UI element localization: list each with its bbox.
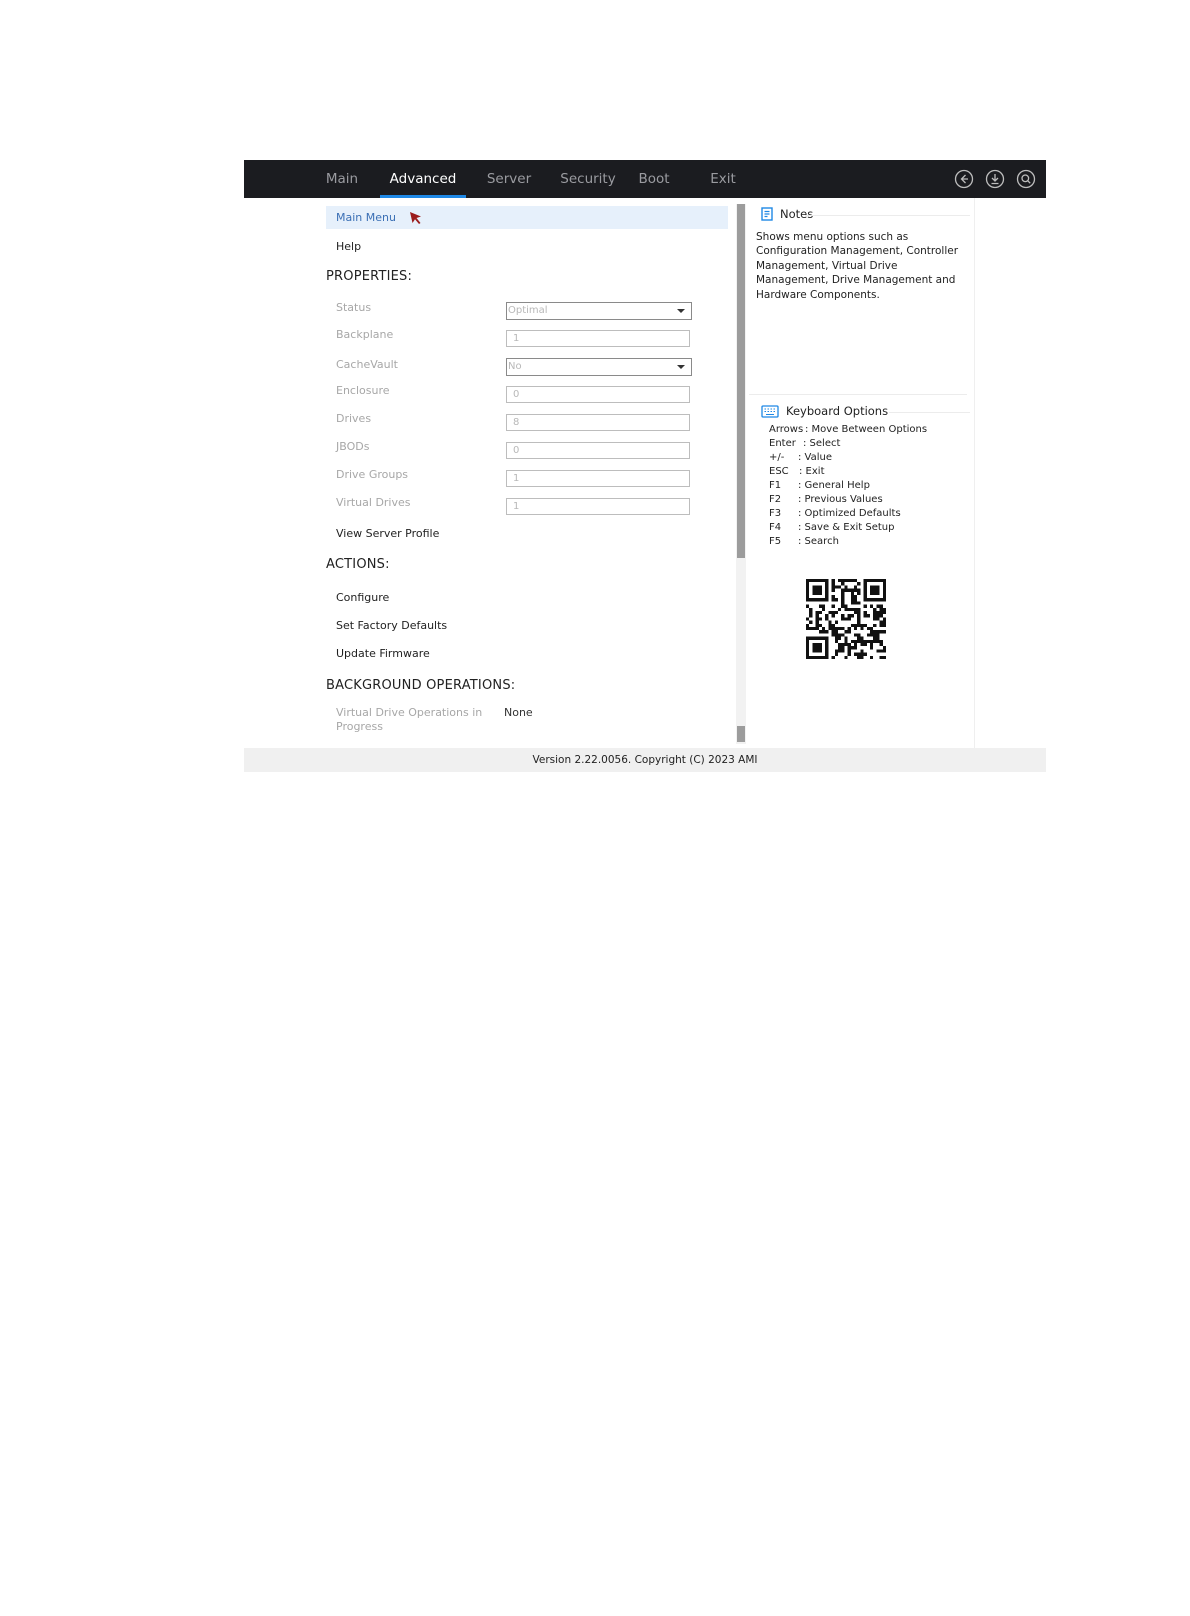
- kb-key-f4: F4: [769, 522, 782, 533]
- cachevault-select[interactable]: No: [506, 358, 692, 376]
- set-factory-defaults-link[interactable]: Set Factory Defaults: [336, 619, 447, 632]
- kb-desc-f1: : General Help: [798, 480, 870, 491]
- drive-groups-field: 1: [506, 470, 690, 487]
- notes-icon: [761, 207, 773, 221]
- kb-key-f2: F2: [769, 494, 782, 505]
- kb-key-esc: ESC: [769, 466, 789, 477]
- cachevault-label: CacheVault: [336, 358, 398, 371]
- status-value: Optimal: [508, 305, 548, 316]
- tab-security[interactable]: Security: [558, 160, 618, 198]
- info-pane: Notes Shows menu options such as Configu…: [749, 198, 975, 748]
- backplane-label: Backplane: [336, 328, 394, 341]
- drive-groups-label: Drive Groups: [336, 468, 409, 481]
- kb-desc-plusminus: : Value: [798, 452, 833, 463]
- keyboard-icon: [761, 405, 779, 418]
- update-firmware-link[interactable]: Update Firmware: [336, 647, 430, 660]
- enclosure-field: 0: [506, 386, 690, 403]
- jbods-field: 0: [506, 442, 690, 459]
- help-link[interactable]: Help: [336, 240, 361, 253]
- notes-divider: [805, 215, 970, 216]
- kb-key-arrows: Arrows: [769, 424, 804, 435]
- cursor-arrow-icon: [410, 212, 421, 224]
- qr-code-icon: [806, 579, 886, 659]
- scrollbar-thumb[interactable]: [737, 204, 745, 558]
- kb-key-f3: F3: [769, 508, 782, 519]
- scrollbar-bottom-handle[interactable]: [737, 726, 745, 742]
- tab-advanced[interactable]: Advanced: [380, 160, 466, 198]
- kb-key-f5: F5: [769, 536, 782, 547]
- main-content-pane: Main Menu Help PROPERTIES: Status Optima…: [244, 198, 734, 748]
- kb-desc-esc: : Exit: [799, 466, 825, 477]
- drives-field: 8: [506, 414, 690, 431]
- search-icon[interactable]: [1016, 169, 1036, 189]
- vd-operations-label: Virtual Drive Operations in: [336, 706, 483, 719]
- cachevault-value: No: [508, 361, 522, 372]
- main-menu-link[interactable]: Main Menu: [336, 211, 396, 224]
- properties-heading: PROPERTIES:: [326, 269, 413, 284]
- background-operations-heading: BACKGROUND OPERATIONS:: [326, 678, 516, 693]
- status-select[interactable]: Optimal: [506, 302, 692, 320]
- panel-divider: [749, 394, 967, 395]
- jbods-label: JBODs: [336, 440, 370, 453]
- back-icon[interactable]: [954, 169, 974, 189]
- top-nav-bar: Main Advanced Server Security Boot Exit: [244, 160, 1046, 198]
- tab-server[interactable]: Server: [484, 160, 534, 198]
- kb-desc-f2: : Previous Values: [798, 494, 883, 505]
- keyboard-divider: [889, 412, 970, 413]
- kb-key-f1: F1: [769, 480, 782, 491]
- backplane-field: 1: [506, 330, 690, 347]
- footer-version-text: Version 2.22.0056. Copyright (C) 2023 AM…: [532, 754, 758, 766]
- virtual-drives-field: 1: [506, 498, 690, 515]
- tab-exit[interactable]: Exit: [708, 160, 738, 198]
- kb-key-plusminus: +/-: [769, 452, 785, 463]
- chevron-down-icon: [677, 309, 685, 313]
- status-label: Status: [336, 301, 372, 314]
- notes-text: Shows menu options such as Configuration…: [756, 231, 959, 301]
- kb-desc-f3: : Optimized Defaults: [798, 508, 901, 519]
- vd-operations-value: None: [504, 706, 533, 719]
- kb-desc-f5: : Search: [798, 536, 839, 547]
- virtual-drives-label: Virtual Drives: [336, 496, 411, 509]
- actions-heading: ACTIONS:: [326, 557, 390, 572]
- drives-label: Drives: [336, 412, 372, 425]
- configure-link[interactable]: Configure: [336, 591, 389, 604]
- bios-window: Main Advanced Server Security Boot Exit …: [244, 160, 1046, 772]
- notes-title: Notes: [780, 207, 814, 221]
- vd-operations-label-2: Progress: [336, 720, 383, 733]
- tab-main[interactable]: Main: [322, 160, 362, 198]
- kb-desc-f4: : Save & Exit Setup: [798, 522, 895, 533]
- kb-desc-arrows: : Move Between Options: [805, 424, 928, 435]
- tab-boot[interactable]: Boot: [636, 160, 672, 198]
- keyboard-options-title: Keyboard Options: [786, 404, 889, 418]
- save-icon[interactable]: [985, 169, 1005, 189]
- chevron-down-icon: [677, 365, 685, 369]
- enclosure-label: Enclosure: [336, 384, 390, 397]
- view-server-profile-link[interactable]: View Server Profile: [336, 527, 439, 540]
- kb-key-enter: Enter: [769, 438, 796, 449]
- kb-desc-enter: : Select: [803, 438, 841, 449]
- footer-bar: Version 2.22.0056. Copyright (C) 2023 AM…: [244, 748, 1046, 772]
